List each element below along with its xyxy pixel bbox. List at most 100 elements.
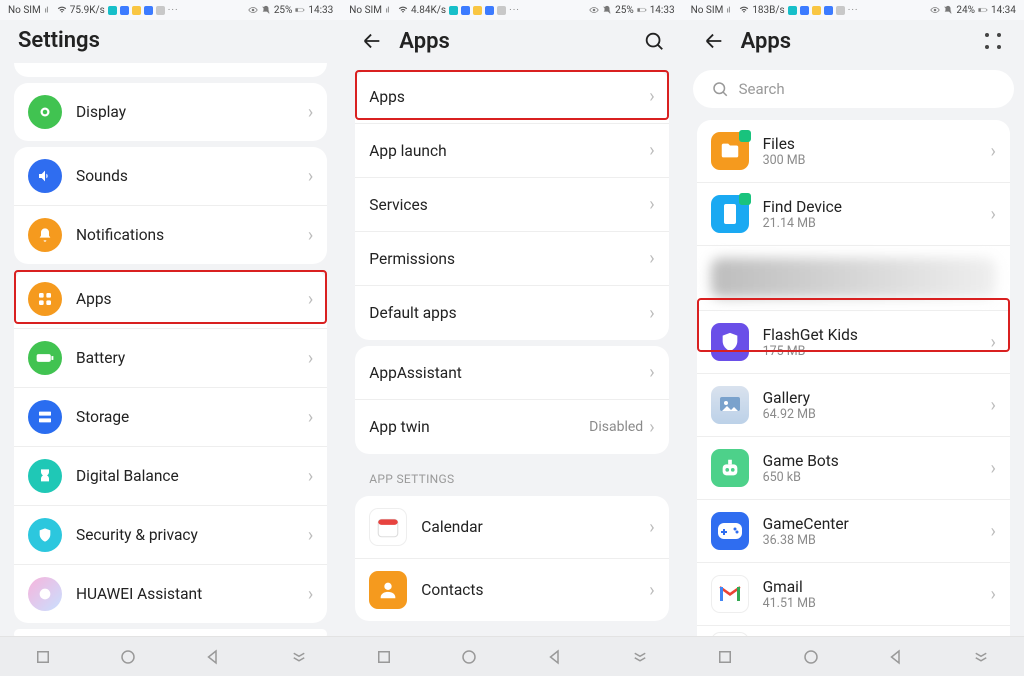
back-button[interactable]	[359, 28, 385, 54]
row-permissions[interactable]: Permissions ›	[355, 232, 668, 286]
gallery-app-icon	[711, 386, 749, 424]
app-row-gamecenter[interactable]: GameCenter 36.38 MB ›	[697, 500, 1010, 563]
app-indicator-icon	[824, 6, 833, 15]
nav-home-button[interactable]	[800, 646, 822, 668]
nav-recent-button[interactable]	[32, 646, 54, 668]
more-options-button[interactable]	[980, 28, 1006, 54]
row-label: Battery	[76, 349, 308, 367]
row-app-assistant[interactable]: AppAssistant ›	[355, 346, 668, 400]
row-label: AppAssistant	[369, 364, 649, 382]
app-indicator-icon	[485, 6, 494, 15]
app-row-redacted[interactable]	[697, 246, 1010, 311]
row-label: Contacts	[421, 581, 649, 599]
app-name: GameCenter	[763, 515, 991, 533]
page-title: Apps	[741, 29, 791, 54]
row-apps[interactable]: Apps ›	[14, 270, 327, 329]
nav-home-button[interactable]	[117, 646, 139, 668]
shield-badge-icon	[739, 193, 751, 205]
nav-back-button[interactable]	[885, 646, 907, 668]
screenshot-1-settings: No SIM 75.9K/s ··· 25% 14:33 Settings	[0, 0, 341, 676]
app-row-google-play-services[interactable]: Google Play Services	[697, 626, 1010, 636]
status-time: 14:34	[991, 5, 1016, 16]
row-label: Permissions	[369, 250, 649, 268]
row-default-apps[interactable]: Default apps ›	[355, 286, 668, 340]
search-button[interactable]	[643, 30, 665, 52]
chevron-right-icon: ›	[308, 466, 313, 487]
shield-badge-icon	[739, 130, 751, 142]
app-row-files[interactable]: Files 300 MB ›	[697, 120, 1010, 183]
row-battery[interactable]: Battery ›	[14, 329, 327, 388]
row-notifications[interactable]: Notifications ›	[14, 206, 327, 264]
nav-back-button[interactable]	[544, 646, 566, 668]
app-row-gmail[interactable]: Gmail 41.51 MB ›	[697, 563, 1010, 626]
row-sounds[interactable]: Sounds ›	[14, 147, 327, 206]
row-label: Services	[369, 196, 649, 214]
row-app-launch[interactable]: App launch ›	[355, 124, 668, 178]
search-input[interactable]: Search	[693, 70, 1014, 108]
nav-dropdown-button[interactable]	[970, 646, 992, 668]
chevron-right-icon: ›	[990, 584, 995, 605]
apps-group-1: Apps › App launch › Services › Permissio…	[355, 70, 668, 340]
nav-back-button[interactable]	[202, 646, 224, 668]
chevron-right-icon: ›	[649, 140, 654, 161]
app-name: Game Bots	[763, 452, 991, 470]
mute-icon	[943, 5, 953, 15]
title-bar: Apps	[683, 20, 1024, 64]
nav-recent-button[interactable]	[714, 646, 736, 668]
security-icon	[28, 518, 62, 552]
content-scroll[interactable]: Display › Sounds › Notifications ›	[0, 63, 341, 636]
content-scroll[interactable]: Apps › App launch › Services › Permissio…	[341, 64, 682, 636]
chevron-right-icon: ›	[990, 395, 995, 416]
chevron-right-icon: ›	[649, 86, 654, 107]
nav-dropdown-button[interactable]	[288, 646, 310, 668]
content-scroll[interactable]: Files 300 MB › Find Device 21.14 MB ›	[683, 112, 1024, 636]
system-nav-bar	[683, 636, 1024, 676]
row-apps[interactable]: Apps ›	[355, 70, 668, 124]
eye-icon	[248, 5, 258, 15]
chevron-right-icon: ›	[308, 407, 313, 428]
nav-home-button[interactable]	[458, 646, 480, 668]
status-carrier: No SIM	[691, 5, 724, 16]
app-indicator-icon	[132, 6, 141, 15]
row-app-twin[interactable]: App twin Disabled ›	[355, 400, 668, 454]
row-calendar[interactable]: Calendar ›	[355, 496, 668, 559]
find-device-app-icon	[711, 195, 749, 233]
app-indicator-icon	[788, 6, 797, 15]
row-contacts[interactable]: Contacts ›	[355, 559, 668, 621]
app-indicator-icon	[120, 6, 129, 15]
row-security[interactable]: Security & privacy ›	[14, 506, 327, 565]
app-indicator-icon	[461, 6, 470, 15]
app-indicator-icon	[156, 6, 165, 15]
settings-group-2: Sounds › Notifications ›	[14, 147, 327, 264]
status-speed: 4.84K/s	[411, 5, 446, 16]
settings-group-3: Apps › Battery › Storage ›	[14, 270, 327, 623]
row-huawei-assistant[interactable]: HUAWEI Assistant ›	[14, 565, 327, 623]
row-digital-balance[interactable]: Digital Balance ›	[14, 447, 327, 506]
nav-dropdown-button[interactable]	[629, 646, 651, 668]
row-display[interactable]: Display ›	[14, 83, 327, 141]
nav-recent-button[interactable]	[373, 646, 395, 668]
row-label: Security & privacy	[76, 526, 308, 544]
flashget-kids-app-icon	[711, 323, 749, 361]
row-label: Default apps	[369, 304, 649, 322]
row-label: Digital Balance	[76, 467, 308, 485]
chevron-right-icon: ›	[649, 194, 654, 215]
search-icon	[711, 80, 729, 98]
app-row-flashget-kids[interactable]: FlashGet Kids 175 MB ›	[697, 311, 1010, 374]
mute-icon	[602, 5, 612, 15]
battery-row-icon	[28, 341, 62, 375]
row-storage[interactable]: Storage ›	[14, 388, 327, 447]
app-row-gallery[interactable]: Gallery 64.92 MB ›	[697, 374, 1010, 437]
status-battery-pct: 25%	[615, 5, 634, 16]
status-time: 14:33	[308, 5, 333, 16]
app-name: Gmail	[763, 578, 991, 596]
app-row-find-device[interactable]: Find Device 21.14 MB ›	[697, 183, 1010, 246]
calendar-app-icon	[369, 508, 407, 546]
huawei-assistant-icon	[28, 577, 62, 611]
row-services[interactable]: Services ›	[355, 178, 668, 232]
next-card-peek	[14, 629, 327, 636]
title-bar: Apps	[341, 20, 682, 64]
back-button[interactable]	[701, 28, 727, 54]
title-bar: Settings	[0, 20, 341, 63]
app-row-game-bots[interactable]: Game Bots 650 kB ›	[697, 437, 1010, 500]
